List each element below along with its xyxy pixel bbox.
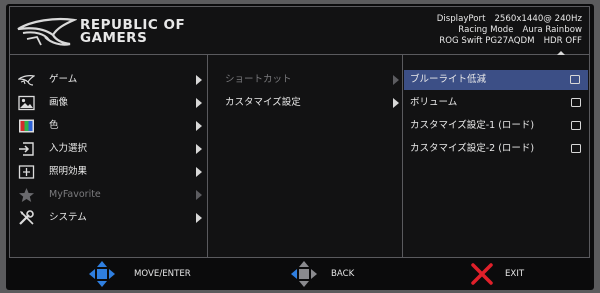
chevron-right-icon — [196, 121, 202, 131]
status-resolution: 2560x1440@ 240Hz — [494, 14, 582, 24]
move-enter-button[interactable]: MOVE/ENTER — [86, 258, 216, 290]
exit-button[interactable]: EXIT — [468, 258, 548, 290]
option-item-selected[interactable]: ブルーライト低減 — [404, 70, 588, 90]
back-label: BACK — [331, 269, 355, 279]
option-item[interactable]: カスタマイズ設定-2 (ロード) — [403, 139, 589, 159]
sub-menu-label: ショートカット — [225, 74, 292, 85]
chevron-right-icon — [393, 75, 399, 85]
chevron-right-icon — [196, 213, 202, 223]
lighting-icon — [18, 165, 35, 179]
main-menu-item-lighting[interactable]: 照明効果 — [10, 162, 207, 182]
status-input: DisplayPort — [436, 14, 486, 24]
status-hdr: HDR OFF — [543, 35, 582, 46]
osd-header: REPUBLIC OF GAMERS DisplayPort 2560x1440@… — [10, 7, 589, 55]
main-menu-label: 照明効果 — [49, 166, 88, 177]
main-menu-item-myfavorite[interactable]: MyFavorite — [10, 185, 207, 205]
move-enter-label: MOVE/ENTER — [134, 269, 191, 279]
status-aura: Aura Rainbow — [522, 24, 582, 35]
option-checkbox[interactable] — [571, 121, 581, 130]
main-menu-item-image[interactable]: 画像 — [10, 93, 207, 113]
chevron-right-icon — [196, 75, 202, 85]
main-menu-label: 画像 — [49, 97, 69, 108]
brand-line-2: GAMERS — [80, 30, 148, 46]
option-label: カスタマイズ設定-2 (ロード) — [410, 143, 535, 154]
option-label: ボリューム — [410, 97, 458, 108]
main-menu-label: 色 — [49, 120, 59, 131]
chevron-right-icon — [393, 98, 399, 108]
sub-menu-item-customize[interactable]: カスタマイズ設定 — [208, 93, 402, 113]
close-x-icon — [471, 263, 493, 285]
rog-logo-icon — [18, 75, 35, 86]
option-item[interactable]: カスタマイズ設定-1 (ロード) — [403, 116, 589, 136]
monitor-bezel: REPUBLIC OF GAMERS DisplayPort 2560x1440@… — [6, 4, 594, 290]
status-model: ROG Swift PG27AQDM — [439, 35, 535, 46]
options-list: ブルーライト低減 ボリューム カスタマイズ設定-1 (ロード) カスタマイズ設定… — [403, 51, 589, 257]
status-panel: DisplayPort 2560x1440@ 240Hz Racing Mode A… — [437, 14, 582, 46]
color-bars-icon — [19, 119, 34, 133]
rog-brand: REPUBLIC OF GAMERS — [80, 18, 185, 46]
dpad-move-icon — [89, 261, 115, 287]
option-label: カスタマイズ設定-1 (ロード) — [410, 120, 535, 131]
dpad-back-icon — [291, 261, 317, 287]
main-menu-item-game[interactable]: ゲーム — [10, 70, 207, 90]
sub-menu-item-shortcut[interactable]: ショートカット — [208, 70, 402, 90]
chevron-right-icon — [196, 98, 202, 108]
sub-menu: ショートカット カスタマイズ設定 — [208, 55, 403, 257]
option-checkbox[interactable] — [571, 98, 581, 107]
chevron-right-icon — [196, 144, 202, 154]
chevron-right-icon — [196, 167, 202, 177]
option-checkbox[interactable] — [571, 144, 581, 153]
main-menu: ゲーム 画像 色 入力選択 照明効果 MyFavorite システム — [10, 55, 208, 257]
osd-footer: MOVE/ENTER BACK EXIT — [6, 258, 594, 290]
main-menu-label: ゲーム — [49, 74, 78, 85]
wrench-icon — [19, 210, 34, 225]
option-checkbox[interactable] — [570, 75, 580, 84]
main-menu-item-input[interactable]: 入力選択 — [10, 139, 207, 159]
exit-label: EXIT — [505, 269, 525, 279]
input-icon — [19, 142, 34, 156]
scroll-up-icon[interactable] — [557, 51, 565, 55]
rog-eye-logo-icon — [17, 17, 77, 46]
status-mode: Racing Mode — [458, 24, 514, 35]
main-menu-item-system[interactable]: システム — [10, 208, 207, 228]
option-item[interactable]: ボリューム — [403, 93, 589, 113]
main-menu-item-color[interactable]: 色 — [10, 116, 207, 136]
sub-menu-label: カスタマイズ設定 — [225, 97, 301, 108]
image-icon — [18, 95, 35, 111]
main-menu-label: MyFavorite — [49, 189, 101, 200]
star-icon — [19, 188, 34, 202]
main-menu-label: 入力選択 — [49, 143, 88, 154]
back-button[interactable]: BACK — [288, 258, 378, 290]
osd-menu: REPUBLIC OF GAMERS DisplayPort 2560x1440@… — [9, 6, 590, 258]
chevron-right-icon — [196, 190, 202, 200]
option-label: ブルーライト低減 — [410, 74, 487, 85]
main-menu-label: システム — [49, 212, 87, 223]
